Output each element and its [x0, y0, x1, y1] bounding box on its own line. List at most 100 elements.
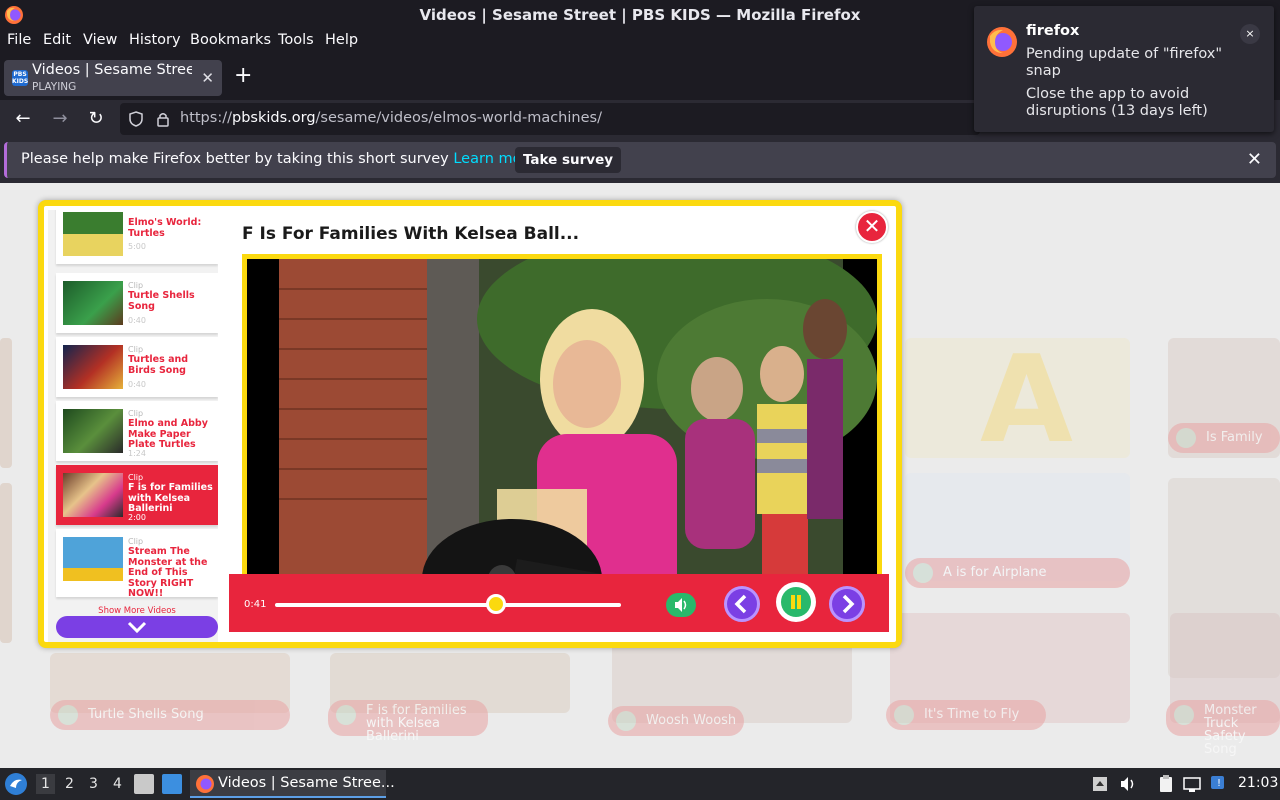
lock-icon[interactable] [156, 111, 170, 127]
clock: 21:03 [1238, 775, 1279, 791]
tab-pbs-kids-videos[interactable]: PBS KIDS Videos | Sesame Street | PBS KI… [4, 60, 222, 96]
elmo-turtles-thumbnail [63, 212, 123, 256]
close-notification-icon[interactable]: ✕ [1247, 149, 1262, 170]
background-thumbnail [0, 338, 12, 468]
survey-notification-bar: Please help make Firefox better by takin… [4, 142, 1276, 178]
network-icon[interactable] [1182, 774, 1202, 794]
playlist-item-duration: 0:40 [128, 316, 146, 325]
chevron-down-icon [127, 621, 147, 634]
pause-icon [781, 587, 811, 617]
workspace-4[interactable]: 4 [113, 776, 122, 792]
tab-title: Videos | Sesame Street | PBS KIDS [32, 62, 192, 78]
tab-playing-label: PLAYING [32, 81, 77, 93]
workspace-2[interactable]: 2 [65, 776, 74, 792]
pause-button[interactable] [776, 582, 816, 622]
menu-history[interactable]: History [129, 32, 181, 48]
background-card-label: Monster Truck Safety Song [1166, 700, 1280, 756]
playlist-item-type: Clip [128, 537, 144, 546]
volume-button[interactable] [666, 593, 696, 617]
menu-view[interactable]: View [83, 32, 117, 48]
menu-file[interactable]: File [7, 32, 31, 48]
turtles-birds-thumbnail [63, 345, 123, 389]
svg-text:!: ! [1217, 778, 1221, 789]
menu-help[interactable]: Help [325, 32, 358, 48]
popup-close-button[interactable]: × [1240, 24, 1260, 44]
turtle-shells-thumbnail [63, 281, 123, 325]
popup-app-name: firefox [1026, 23, 1080, 39]
playlist-item-duration: 1:24 [128, 449, 146, 458]
firefox-logo-icon [987, 27, 1017, 57]
pause-icon-glyph [791, 595, 801, 609]
back-arrow-icon[interactable]: ← [12, 108, 34, 130]
playlist-item-title: Elmo and Abby Make Paper Plate Turtles [128, 418, 208, 450]
playlist-item-duration: 5:00 [128, 242, 146, 251]
tab-close-icon[interactable]: ✕ [201, 69, 214, 87]
background-letter-a: A [980, 331, 1073, 470]
start-menu-icon[interactable] [4, 772, 28, 796]
video-frame[interactable] [242, 254, 882, 626]
video-player-modal: Elmo's World: Turtles 5:00 Clip Turtle S… [38, 200, 902, 648]
reload-icon[interactable]: ↻ [85, 108, 107, 130]
new-tab-icon[interactable]: + [234, 64, 252, 88]
progress-track[interactable] [275, 603, 621, 607]
elapsed-time: 0:41 [244, 599, 267, 610]
video-scene-image [247, 259, 877, 626]
file-manager-icon[interactable] [134, 774, 154, 794]
playlist-item[interactable]: Clip Turtle Shells Song 0:40 [56, 273, 218, 333]
show-more-videos-link[interactable]: Show More Videos [56, 606, 218, 616]
firefox-logo-icon [196, 775, 214, 793]
playlist-item-title: Turtle Shells Song [128, 290, 195, 312]
paper-plate-turtles-thumbnail [63, 409, 123, 453]
pbs-kids-favicon-icon: PBS KIDS [12, 70, 29, 86]
previous-video-button[interactable] [724, 586, 760, 622]
playlist-item-type: Clip [128, 345, 144, 354]
playlist-item-title: F is for Families with Kelsea Ballerini [128, 482, 213, 514]
background-card-label: Is Family [1168, 423, 1280, 453]
chevron-right-icon [842, 594, 855, 614]
clipboard-icon[interactable] [1156, 774, 1176, 794]
take-survey-button[interactable]: Take survey [515, 147, 621, 173]
workspace-3[interactable]: 3 [89, 776, 98, 792]
playlist-item-title: Elmo's World: Turtles [128, 217, 202, 239]
background-card-label: F is for Families with Kelsea Ballerini [328, 700, 488, 743]
playlist-item[interactable]: Clip Turtles and Birds Song 0:40 [56, 337, 218, 397]
playlist-item-title: Stream The Monster at the End of This St… [128, 546, 208, 599]
update-notifier-icon[interactable]: ! [1208, 774, 1228, 794]
speaker-icon [675, 598, 687, 612]
playlist-item[interactable]: Elmo's World: Turtles 5:00 [56, 210, 218, 264]
next-video-button[interactable] [829, 586, 865, 622]
menu-tools[interactable]: Tools [278, 32, 314, 48]
playlist-item-type: Clip [128, 281, 144, 290]
playlist-item[interactable]: Clip Elmo and Abby Make Paper Plate Turt… [56, 401, 218, 461]
background-card-label: A is for Airplane [905, 558, 1130, 588]
tracking-protection-shield-icon[interactable] [128, 111, 144, 127]
close-video-button[interactable]: ✕ [856, 211, 888, 243]
taskbar: 1 2 3 4 Videos | Sesame Stree... ! 21:03 [0, 768, 1280, 800]
volume-icon[interactable] [1118, 774, 1138, 794]
playlist-scroll-down-button[interactable] [56, 616, 218, 638]
playlist-item-active[interactable]: Clip F is for Families with Kelsea Balle… [56, 465, 218, 525]
families-kelsea-thumbnail [63, 473, 123, 517]
playlist-item-duration: 0:40 [128, 380, 146, 389]
taskbar-firefox-window[interactable]: Videos | Sesame Stree... [190, 770, 395, 798]
show-desktop-icon[interactable] [162, 774, 182, 794]
workspace-1[interactable]: 1 [36, 774, 55, 794]
popup-detail: Close the app to avoid disruptions (13 d… [1026, 86, 1208, 119]
menu-bookmarks[interactable]: Bookmarks [190, 32, 271, 48]
video-playlist: Elmo's World: Turtles 5:00 Clip Turtle S… [48, 210, 218, 642]
progress-scrubber-handle[interactable] [486, 594, 507, 614]
background-thumbnail [0, 483, 12, 643]
video-title: F Is For Families With Kelsea Ball... [242, 224, 580, 244]
forward-arrow-icon[interactable]: → [49, 108, 71, 130]
background-card-label: Woosh Woosh [608, 706, 744, 736]
playlist-item-duration: 2:00 [128, 513, 146, 522]
background-card-label: Turtle Shells Song [50, 700, 290, 730]
menu-edit[interactable]: Edit [43, 32, 71, 48]
video-controls: 0:41 [229, 574, 889, 632]
url-text[interactable]: https://pbskids.org/sesame/videos/elmos-… [180, 110, 602, 126]
playlist-item[interactable]: Clip Stream The Monster at the End of Th… [56, 529, 218, 599]
tray-up-arrow-icon[interactable] [1090, 774, 1110, 794]
playlist-item-title: Turtles and Birds Song [128, 354, 189, 376]
update-notification-popup: firefox Pending update of "firefox" snap… [974, 6, 1274, 132]
url-bar[interactable]: https://pbskids.org/sesame/videos/elmos-… [120, 103, 980, 135]
